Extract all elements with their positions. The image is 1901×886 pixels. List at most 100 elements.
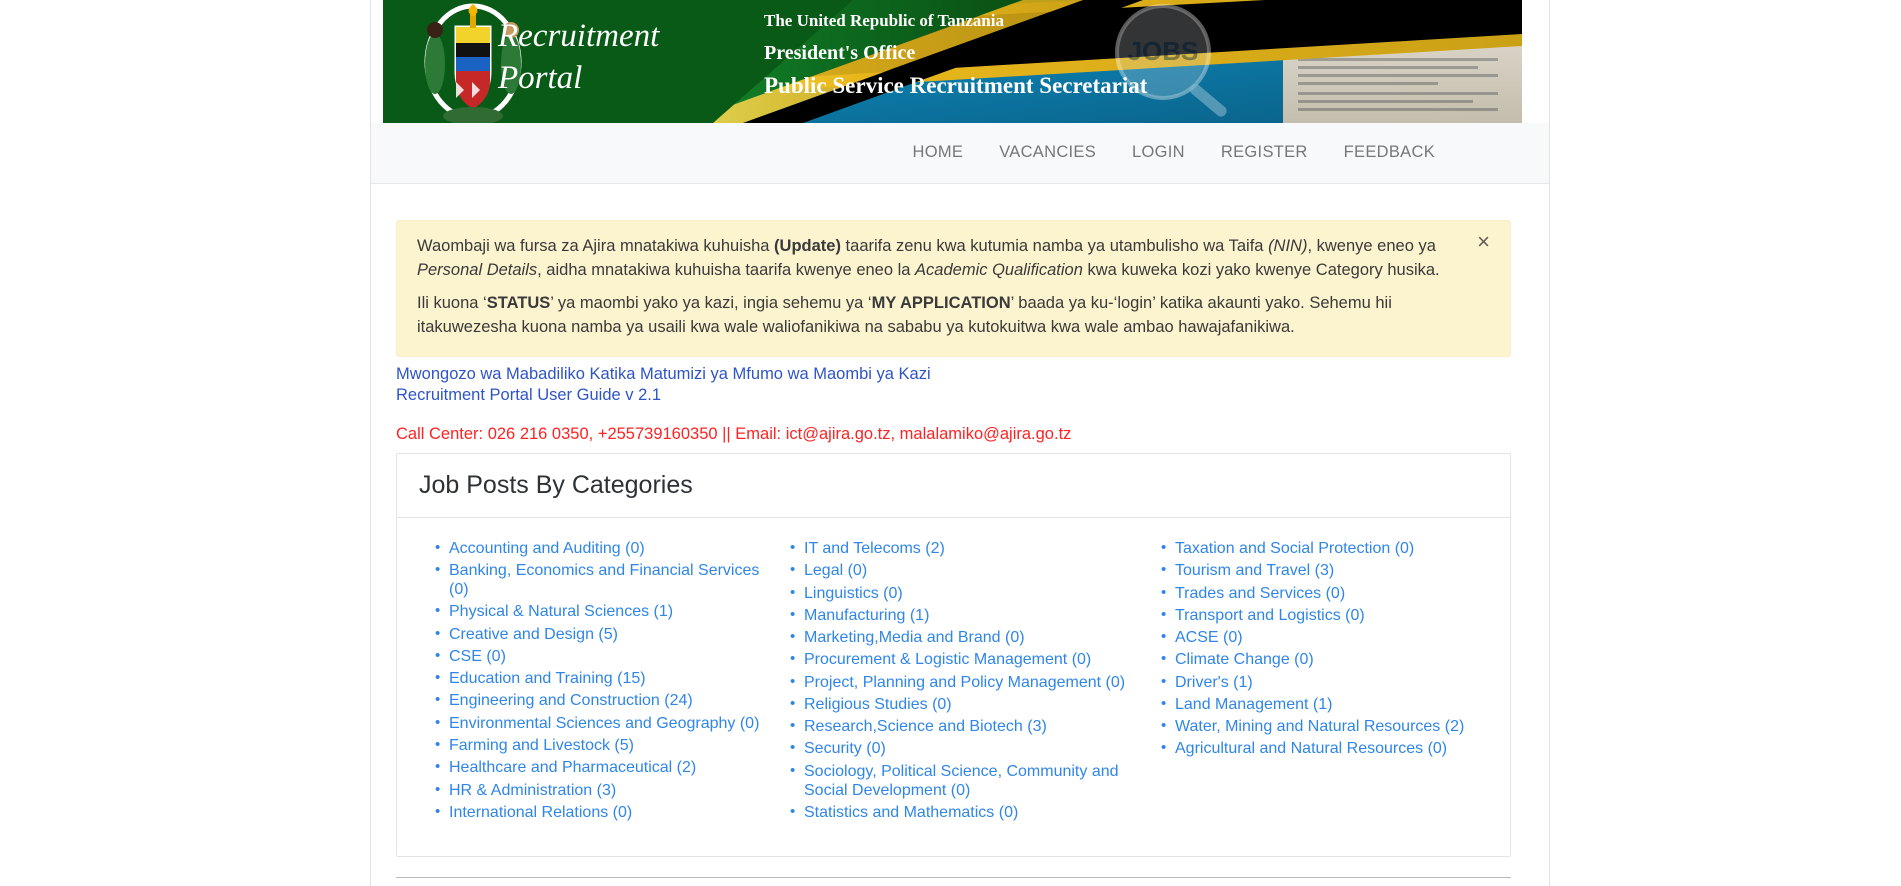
list-item[interactable]: CSE (0) bbox=[435, 647, 760, 667]
list-item[interactable]: Environmental Sciences and Geography (0) bbox=[435, 714, 760, 734]
category-link[interactable]: Marketing,Media and Brand (0) bbox=[804, 629, 1025, 646]
category-link[interactable]: Healthcare and Pharmaceutical (2) bbox=[449, 759, 696, 776]
gov-line-3: Public Service Recruitment Secretariat bbox=[764, 73, 1148, 98]
category-link[interactable]: Transport and Logistics (0) bbox=[1175, 607, 1365, 624]
nav-item-feedback[interactable]: FEEDBACK bbox=[1326, 140, 1453, 165]
category-link[interactable]: Water, Mining and Natural Resources (2) bbox=[1175, 718, 1464, 735]
category-link[interactable]: Engineering and Construction (24) bbox=[449, 692, 693, 709]
footer-divider bbox=[396, 877, 1511, 878]
list-item[interactable]: Farming and Livestock (5) bbox=[435, 736, 760, 756]
category-link[interactable]: IT and Telecoms (2) bbox=[804, 540, 945, 557]
guide-link-mwongozo[interactable]: Mwongozo wa Mabadiliko Katika Matumizi y… bbox=[396, 364, 931, 385]
list-item[interactable]: Security (0) bbox=[790, 739, 1131, 759]
alert-p1-update: (Update) bbox=[774, 237, 841, 255]
category-link[interactable]: Agricultural and Natural Resources (0) bbox=[1175, 740, 1447, 757]
category-link[interactable]: Project, Planning and Policy Management … bbox=[804, 674, 1125, 691]
alert-p2-my-application: MY APPLICATION bbox=[871, 293, 1011, 312]
list-item[interactable]: Marketing,Media and Brand (0) bbox=[790, 628, 1131, 648]
category-link[interactable]: HR & Administration (3) bbox=[449, 782, 616, 799]
category-link[interactable]: Sociology, Political Science, Community … bbox=[804, 763, 1119, 799]
category-link[interactable]: Physical & Natural Sciences (1) bbox=[449, 603, 673, 620]
category-link[interactable]: Climate Change (0) bbox=[1175, 651, 1314, 668]
list-item[interactable]: Banking, Economics and Financial Service… bbox=[435, 561, 760, 600]
list-item[interactable]: Transport and Logistics (0) bbox=[1161, 606, 1502, 626]
category-link[interactable]: Trades and Services (0) bbox=[1175, 585, 1345, 602]
brand-line-2: Portal bbox=[497, 60, 582, 96]
alert-p1-nin: (NIN) bbox=[1268, 237, 1308, 255]
category-link[interactable]: Environmental Sciences and Geography (0) bbox=[449, 715, 759, 732]
category-link[interactable]: Education and Training (15) bbox=[449, 670, 646, 687]
category-link[interactable]: CSE (0) bbox=[449, 648, 506, 665]
list-item[interactable]: Land Management (1) bbox=[1161, 695, 1502, 715]
list-item[interactable]: Research,Science and Biotech (3) bbox=[790, 717, 1131, 737]
alert-p1-text-e: , kwenye eneo ya bbox=[1307, 237, 1436, 255]
list-item[interactable]: Sociology, Political Science, Community … bbox=[790, 762, 1131, 801]
list-item[interactable]: Religious Studies (0) bbox=[790, 695, 1131, 715]
category-link[interactable]: Driver's (1) bbox=[1175, 674, 1253, 691]
list-item[interactable]: Education and Training (15) bbox=[435, 669, 760, 689]
category-link[interactable]: Farming and Livestock (5) bbox=[449, 737, 634, 754]
list-item[interactable]: Engineering and Construction (24) bbox=[435, 691, 760, 711]
list-item[interactable]: Creative and Design (5) bbox=[435, 625, 760, 645]
nav-link-feedback[interactable]: FEEDBACK bbox=[1326, 140, 1453, 165]
list-item[interactable]: International Relations (0) bbox=[435, 803, 760, 823]
category-link[interactable]: Research,Science and Biotech (3) bbox=[804, 718, 1047, 735]
panel-body: Accounting and Auditing (0) Banking, Eco… bbox=[397, 518, 1510, 856]
list-item[interactable]: Project, Planning and Policy Management … bbox=[790, 673, 1131, 693]
nav-link-login[interactable]: LOGIN bbox=[1114, 140, 1203, 165]
alert-p1-text-c: taarifa zenu kwa kutumia namba ya utambu… bbox=[840, 237, 1269, 255]
category-link[interactable]: Manufacturing (1) bbox=[804, 607, 929, 624]
nav-item-home[interactable]: HOME bbox=[895, 140, 982, 165]
category-link[interactable]: Statistics and Mathematics (0) bbox=[804, 804, 1018, 821]
category-link[interactable]: Taxation and Social Protection (0) bbox=[1175, 540, 1414, 557]
list-item[interactable]: Water, Mining and Natural Resources (2) bbox=[1161, 717, 1502, 737]
list-item[interactable]: Procurement & Logistic Management (0) bbox=[790, 650, 1131, 670]
gov-line-1: The United Republic of Tanzania bbox=[764, 11, 1004, 30]
site-banner: AJIRA: SI JOBS bbox=[383, 0, 1522, 123]
category-link[interactable]: Creative and Design (5) bbox=[449, 626, 618, 643]
category-link[interactable]: Tourism and Travel (3) bbox=[1175, 562, 1334, 579]
list-item[interactable]: Trades and Services (0) bbox=[1161, 584, 1502, 604]
list-item[interactable]: Statistics and Mathematics (0) bbox=[790, 803, 1131, 823]
list-item[interactable]: Legal (0) bbox=[790, 561, 1131, 581]
nav-item-register[interactable]: REGISTER bbox=[1203, 140, 1326, 165]
alert-p2-status: STATUS bbox=[486, 293, 551, 312]
category-link[interactable]: Procurement & Logistic Management (0) bbox=[804, 651, 1091, 668]
list-item[interactable]: Accounting and Auditing (0) bbox=[435, 539, 760, 559]
alert-p1-text-a: Waombaji wa fursa za Ajira mnatakiwa kuh… bbox=[417, 237, 775, 255]
category-link[interactable]: Land Management (1) bbox=[1175, 696, 1332, 713]
list-item[interactable]: Taxation and Social Protection (0) bbox=[1161, 539, 1502, 559]
list-item[interactable]: Agricultural and Natural Resources (0) bbox=[1161, 739, 1502, 759]
nav-item-vacancies[interactable]: VACANCIES bbox=[981, 140, 1114, 165]
nav-link-home[interactable]: HOME bbox=[895, 140, 982, 165]
list-item[interactable]: ACSE (0) bbox=[1161, 628, 1502, 648]
category-link[interactable]: Accounting and Auditing (0) bbox=[449, 540, 645, 557]
category-link[interactable]: ACSE (0) bbox=[1175, 629, 1243, 646]
list-item[interactable]: IT and Telecoms (2) bbox=[790, 539, 1131, 559]
category-link[interactable]: Security (0) bbox=[804, 740, 886, 757]
list-item[interactable]: Physical & Natural Sciences (1) bbox=[435, 602, 760, 622]
list-item[interactable]: Tourism and Travel (3) bbox=[1161, 561, 1502, 581]
page-title: Job Posts By Categories bbox=[419, 471, 693, 499]
category-link[interactable]: Banking, Economics and Financial Service… bbox=[449, 562, 759, 598]
list-item[interactable]: Healthcare and Pharmaceutical (2) bbox=[435, 758, 760, 778]
nav-item-login[interactable]: LOGIN bbox=[1114, 140, 1203, 165]
nav-list: HOME VACANCIES LOGIN REGISTER FEEDBACK bbox=[895, 140, 1454, 165]
list-item[interactable]: Linguistics (0) bbox=[790, 584, 1131, 604]
category-link[interactable]: Religious Studies (0) bbox=[804, 696, 952, 713]
category-link[interactable]: Legal (0) bbox=[804, 562, 867, 579]
guide-link-user-guide[interactable]: Recruitment Portal User Guide v 2.1 bbox=[396, 385, 931, 406]
alert-p1-text-i: kwa kuweka kozi yako kwenye Category hus… bbox=[1082, 260, 1440, 279]
list-item[interactable]: Climate Change (0) bbox=[1161, 650, 1502, 670]
nav-link-register[interactable]: REGISTER bbox=[1203, 140, 1326, 165]
close-icon[interactable]: × bbox=[1471, 230, 1496, 254]
list-item[interactable]: Manufacturing (1) bbox=[790, 606, 1131, 626]
alert-p1-text-g: , aidha mnatakiwa kuhuisha taarifa kweny… bbox=[537, 260, 916, 279]
list-item[interactable]: HR & Administration (3) bbox=[435, 781, 760, 801]
nav-link-vacancies[interactable]: VACANCIES bbox=[981, 140, 1114, 165]
list-item[interactable]: Driver's (1) bbox=[1161, 673, 1502, 693]
alert-paragraph-2: Ili kuona ‘STATUS’ ya maombi yako ya kaz… bbox=[417, 292, 1490, 340]
category-link[interactable]: International Relations (0) bbox=[449, 804, 632, 821]
alert-p2-text-a: Ili kuona ‘ bbox=[417, 293, 487, 312]
category-link[interactable]: Linguistics (0) bbox=[804, 585, 903, 602]
